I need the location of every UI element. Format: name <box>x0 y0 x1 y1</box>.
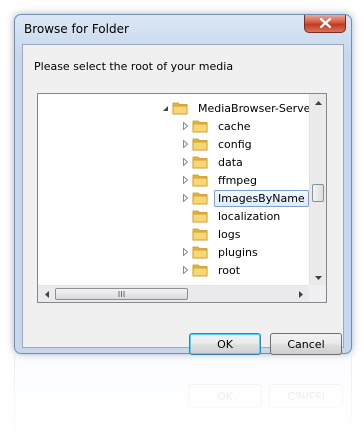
tree-item-root[interactable]: MediaBrowser-Server <box>158 99 319 117</box>
tree-item-imagesbyname[interactable]: ImagesByName <box>178 189 309 207</box>
tree-item-config[interactable]: config <box>178 135 256 153</box>
scroll-right-button[interactable] <box>292 286 309 302</box>
scroll-down-button[interactable] <box>310 269 326 286</box>
folder-tree[interactable]: MediaBrowser-Server cache config data ffmpe… <box>37 93 327 303</box>
vertical-scroll-thumb[interactable] <box>312 184 324 202</box>
chevron-right-icon[interactable] <box>178 261 192 279</box>
tree-item-root[interactable]: root <box>178 261 244 279</box>
horizontal-scrollbar[interactable] <box>38 285 309 302</box>
chevron-right-icon[interactable] <box>178 189 192 207</box>
cancel-button[interactable]: Cancel <box>270 333 342 355</box>
close-button[interactable] <box>304 15 346 33</box>
reflection-cancel-button: Cancel <box>269 384 343 408</box>
browse-for-folder-dialog: Browse for Folder Please select the root… <box>14 14 352 355</box>
tree-item-label: ffmpeg <box>218 173 258 187</box>
folder-icon <box>192 136 210 152</box>
chevron-right-icon[interactable] <box>178 153 192 171</box>
triangle-down-icon[interactable] <box>158 99 172 117</box>
arrow-right-icon <box>298 291 303 298</box>
tree-item-label: config <box>218 137 252 151</box>
tree-item-label: cache <box>218 119 251 133</box>
dialog-reflection: OK Cancel <box>14 356 352 442</box>
scroll-up-button[interactable] <box>310 94 326 111</box>
tree-item-label: plugins <box>218 245 258 259</box>
dialog-prompt: Please select the root of your media <box>34 60 234 73</box>
folder-icon <box>192 262 210 278</box>
grip-icon <box>118 291 125 297</box>
title-bar[interactable]: Browse for Folder <box>15 15 351 43</box>
folder-icon <box>192 208 210 224</box>
dialog-body: Please select the root of your media Med… <box>22 44 344 355</box>
ok-button[interactable]: OK <box>189 333 261 355</box>
tree-item-cache[interactable]: cache <box>178 117 255 135</box>
folder-icon <box>192 190 210 206</box>
chevron-right-icon[interactable] <box>178 243 192 261</box>
close-icon <box>320 18 331 28</box>
folder-icon <box>192 118 210 134</box>
tree-item-label: localization <box>218 209 281 223</box>
folder-icon <box>192 172 210 188</box>
tree-item-label: data <box>218 155 243 169</box>
folder-icon <box>192 226 210 242</box>
tree-item-ffmpeg[interactable]: ffmpeg <box>178 171 261 189</box>
chevron-right-icon[interactable] <box>178 135 192 153</box>
scrollbar-corner <box>309 285 326 302</box>
chevron-right-icon[interactable] <box>178 117 192 135</box>
tree-item-label: MediaBrowser-Server <box>198 101 315 115</box>
arrow-up-icon <box>315 100 322 105</box>
arrow-left-icon <box>44 291 49 298</box>
tree-item-data[interactable]: data <box>178 153 247 171</box>
folder-icon <box>192 154 210 170</box>
tree-item-localization[interactable]: localization <box>178 207 284 225</box>
tree-item-label: root <box>218 263 241 277</box>
tree-item-label: logs <box>218 227 241 241</box>
vertical-scrollbar[interactable] <box>309 94 326 286</box>
reflection-ok-button: OK <box>188 384 262 408</box>
dialog-title: Browse for Folder <box>24 22 129 36</box>
folder-icon <box>172 100 190 116</box>
tree-item-logs[interactable]: logs <box>178 225 245 243</box>
chevron-right-icon[interactable] <box>178 171 192 189</box>
arrow-down-icon <box>315 275 322 280</box>
tree-item-label: ImagesByName <box>214 189 309 207</box>
scroll-left-button[interactable] <box>38 286 55 302</box>
horizontal-scroll-thumb[interactable] <box>55 288 188 300</box>
folder-icon <box>192 244 210 260</box>
tree-item-plugins[interactable]: plugins <box>178 243 262 261</box>
